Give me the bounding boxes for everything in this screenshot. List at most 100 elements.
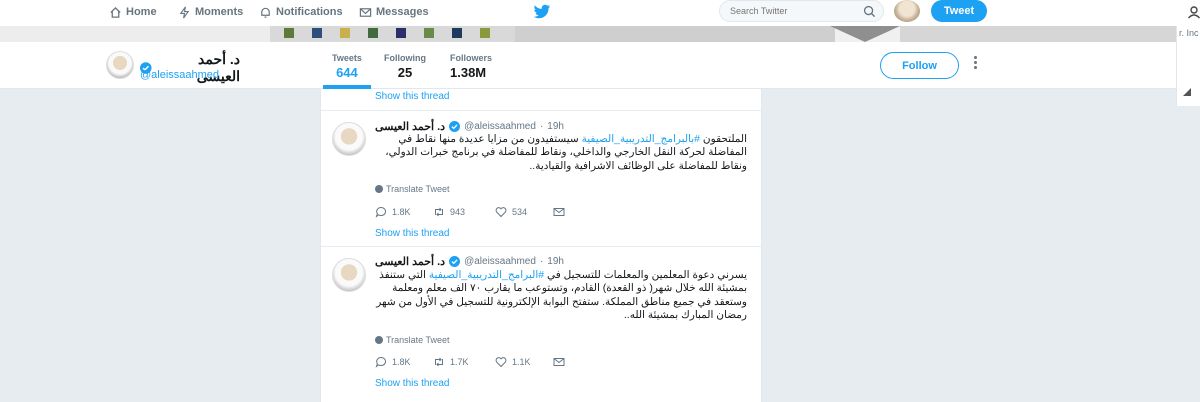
show-thread-link[interactable]: Show this thread bbox=[375, 91, 450, 102]
reply-action[interactable]: 1.8K bbox=[375, 206, 433, 218]
banner-tile bbox=[340, 28, 350, 38]
retweet-count: 1.7K bbox=[450, 357, 469, 367]
tweet-header: د. أحمد العيسى @aleissaahmed · 19h bbox=[375, 120, 564, 133]
stat-tweets[interactable]: Tweets 644 bbox=[332, 53, 362, 80]
tweet-author-name[interactable]: د. أحمد العيسى bbox=[375, 255, 445, 268]
follow-button[interactable]: Follow bbox=[880, 52, 959, 79]
envelope-icon bbox=[553, 358, 565, 366]
tweet-handle[interactable]: @aleissaahmed bbox=[464, 121, 536, 132]
nav-avatar[interactable] bbox=[894, 0, 920, 22]
banner-tile bbox=[284, 28, 294, 38]
corner-arrow-icon bbox=[1183, 88, 1191, 96]
hashtag-link[interactable]: #البرامج_التدريبية_الصيفية bbox=[429, 269, 544, 281]
retweet-count: 943 bbox=[450, 207, 466, 217]
banner-tile bbox=[368, 28, 378, 38]
bell-icon bbox=[261, 7, 270, 18]
globe-icon bbox=[375, 185, 383, 193]
show-thread-link[interactable]: Show this thread bbox=[375, 228, 450, 239]
banner-tile bbox=[424, 28, 434, 38]
profile-handle[interactable]: @aleissaahmed bbox=[140, 69, 219, 81]
tweet-text-start: الملتحقون bbox=[700, 133, 747, 145]
profile-banner bbox=[0, 26, 1200, 42]
stat-followers[interactable]: Followers 1.38M bbox=[450, 53, 492, 80]
retweet-icon bbox=[435, 357, 443, 367]
right-sidebar-text: r. Inc bbox=[1179, 28, 1199, 38]
tweet-avatar[interactable] bbox=[332, 122, 366, 156]
nav-moments[interactable]: Moments bbox=[178, 4, 243, 20]
home-icon bbox=[110, 6, 121, 18]
retweet-action[interactable]: 943 bbox=[433, 206, 495, 218]
like-count: 1.1K bbox=[512, 357, 531, 367]
tweet[interactable]: د. أحمد العيسى @aleissaahmed · 19h الملت… bbox=[321, 110, 761, 246]
retweet-icon bbox=[435, 207, 443, 217]
globe-icon bbox=[375, 336, 383, 344]
nav-notifications-label: Notifications bbox=[276, 6, 343, 18]
top-nav: Home Moments Notifications Messages Twee… bbox=[0, 0, 1200, 26]
search-icon[interactable] bbox=[863, 5, 876, 18]
profile-nav-bar: د. أحمد العيسى @aleissaahmed Tweets 644 … bbox=[0, 42, 1200, 89]
envelope-icon bbox=[359, 7, 372, 17]
more-options-icon[interactable] bbox=[971, 56, 979, 76]
tweet-separator: · bbox=[539, 256, 544, 267]
hashtag-link[interactable]: #بالبرامج_التدريبية_الصيفية bbox=[582, 133, 700, 145]
like-action[interactable]: 1.1K bbox=[495, 356, 553, 368]
stat-followers-value: 1.38M bbox=[450, 65, 487, 80]
reply-icon bbox=[375, 206, 387, 218]
direct-message-action[interactable] bbox=[553, 356, 565, 368]
banner-pattern bbox=[270, 26, 515, 42]
heart-icon bbox=[495, 357, 507, 368]
banner-right bbox=[900, 26, 1200, 42]
right-sidebar-edge: r. Inc bbox=[1176, 26, 1200, 106]
nav-home[interactable]: Home bbox=[109, 4, 157, 20]
like-action[interactable]: 534 bbox=[495, 206, 553, 218]
reply-count: 1.8K bbox=[392, 207, 411, 217]
nav-notifications[interactable]: Notifications bbox=[259, 4, 343, 20]
translate-tweet[interactable]: Translate Tweet bbox=[375, 184, 450, 194]
tweet-handle[interactable]: @aleissaahmed bbox=[464, 256, 536, 267]
user-icon[interactable] bbox=[1187, 5, 1200, 19]
banner-tile bbox=[480, 28, 490, 38]
tweet-author-name[interactable]: د. أحمد العيسى bbox=[375, 120, 445, 133]
banner-tile bbox=[396, 28, 406, 38]
search-input[interactable] bbox=[730, 4, 855, 18]
stat-followers-label: Followers bbox=[450, 53, 493, 63]
reply-action[interactable]: 1.8K bbox=[375, 356, 433, 368]
lightning-icon bbox=[179, 6, 190, 18]
reply-count: 1.8K bbox=[392, 357, 411, 367]
banner-shape bbox=[830, 26, 900, 42]
banner-left bbox=[0, 26, 270, 42]
reply-icon bbox=[375, 356, 387, 368]
nav-messages[interactable]: Messages bbox=[359, 4, 429, 20]
profile-avatar[interactable] bbox=[106, 51, 134, 79]
like-count: 534 bbox=[512, 207, 528, 217]
tweet-separator: · bbox=[539, 121, 544, 132]
tweet-button[interactable]: Tweet bbox=[931, 0, 987, 22]
translate-label: Translate Tweet bbox=[386, 335, 450, 345]
tweet-actions: 1.8K 1.7K 1.1K bbox=[375, 356, 565, 368]
verified-badge-icon bbox=[449, 256, 461, 267]
banner-tile bbox=[312, 28, 322, 38]
verified-badge-icon bbox=[449, 121, 461, 132]
stat-following[interactable]: Following 25 bbox=[384, 53, 426, 80]
direct-message-action[interactable] bbox=[553, 206, 565, 218]
tweet-header: د. أحمد العيسى @aleissaahmed · 19h bbox=[375, 255, 564, 268]
tweet-actions: 1.8K 943 534 bbox=[375, 206, 565, 218]
show-thread-link[interactable]: Show this thread bbox=[375, 378, 450, 389]
stat-tweets-value: 644 bbox=[336, 65, 358, 80]
timeline: Show this thread د. أحمد العيسى @aleissa… bbox=[320, 89, 762, 402]
twitter-bird-icon[interactable] bbox=[533, 4, 551, 20]
translate-label: Translate Tweet bbox=[386, 184, 450, 194]
tweet-timestamp[interactable]: 19h bbox=[547, 256, 564, 267]
translate-tweet[interactable]: Translate Tweet bbox=[375, 335, 450, 345]
retweet-action[interactable]: 1.7K bbox=[433, 356, 495, 368]
nav-messages-label: Messages bbox=[376, 6, 429, 18]
stat-following-value: 25 bbox=[397, 65, 413, 80]
stat-tweets-label: Tweets bbox=[332, 53, 362, 63]
heart-icon bbox=[495, 207, 507, 218]
search-box[interactable] bbox=[719, 0, 884, 22]
tweet-avatar[interactable] bbox=[332, 258, 366, 292]
tweet[interactable]: د. أحمد العيسى @aleissaahmed · 19h يسرني… bbox=[321, 246, 761, 402]
tweet-text: الملتحقون #بالبرامج_التدريبية_الصيفية سي… bbox=[371, 133, 747, 173]
envelope-icon bbox=[553, 208, 565, 216]
tweet-timestamp[interactable]: 19h bbox=[547, 121, 564, 132]
